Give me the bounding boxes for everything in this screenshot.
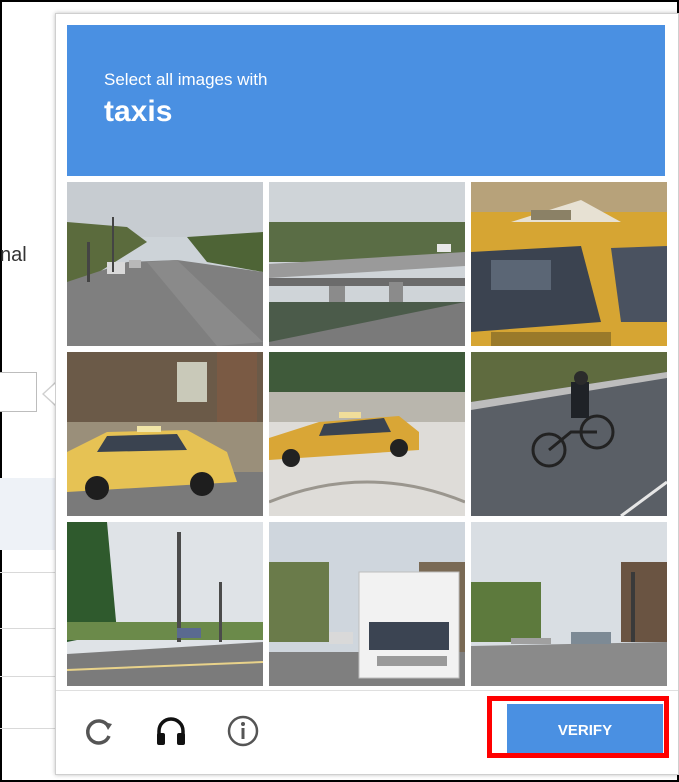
road-with-utility-poles-image <box>67 522 263 686</box>
background-page-text: nal <box>0 244 27 266</box>
verify-button[interactable]: VERIFY <box>507 704 663 756</box>
image-tile-8[interactable] <box>269 522 465 686</box>
cyclist-on-road-image <box>471 352 667 516</box>
background-divider <box>0 728 56 729</box>
challenge-instruction: Select all images with <box>104 70 268 89</box>
challenge-target: taxis <box>104 95 173 128</box>
taxi-closeup-image <box>471 182 667 346</box>
yellow-taxi-turning-image <box>269 352 465 516</box>
white-truck-on-street-image <box>269 522 465 686</box>
challenge-header: Select all images with taxis <box>67 25 665 176</box>
street-with-cars-image <box>67 182 263 346</box>
suburban-street-image <box>471 522 667 686</box>
image-tile-4[interactable] <box>67 352 263 516</box>
background-input[interactable] <box>0 372 37 412</box>
captcha-widget: Select all images with taxis VERIFY <box>55 13 679 775</box>
highway-overpass-image <box>269 182 465 346</box>
widget-pointer-inner <box>44 384 55 404</box>
info-icon[interactable] <box>226 714 260 753</box>
image-grid <box>67 182 667 686</box>
background-divider <box>0 572 56 573</box>
background-divider <box>0 628 56 629</box>
image-tile-5[interactable] <box>269 352 465 516</box>
image-tile-2[interactable] <box>269 182 465 346</box>
headphones-icon[interactable] <box>154 714 188 753</box>
image-tile-9[interactable] <box>471 522 667 686</box>
image-tile-3[interactable] <box>471 182 667 346</box>
yellow-taxi-parked-image <box>67 352 263 516</box>
footer-divider <box>56 690 678 691</box>
image-tile-7[interactable] <box>67 522 263 686</box>
background-divider <box>0 676 56 677</box>
image-tile-6[interactable] <box>471 352 667 516</box>
reload-icon[interactable] <box>82 714 116 753</box>
image-tile-1[interactable] <box>67 182 263 346</box>
background-panel <box>0 478 56 550</box>
